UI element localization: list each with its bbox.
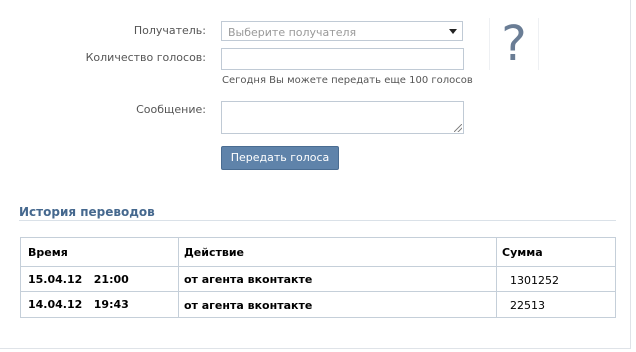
votes-hint: Сегодня Вы можете передать еще 100 голос… — [222, 75, 473, 86]
section-divider — [19, 220, 616, 221]
column-header-sum: Сумма — [502, 246, 543, 259]
row-sum: 1301252 — [510, 274, 559, 287]
row-time: 14.04.12 19:43 — [28, 298, 129, 311]
message-field[interactable] — [221, 101, 464, 134]
column-header-action: Действие — [184, 246, 244, 259]
row-divider — [21, 266, 615, 267]
row-action: от агента вконтакте — [184, 299, 313, 312]
column-divider — [496, 238, 497, 317]
history-title: История переводов — [19, 205, 155, 219]
chevron-down-icon — [449, 29, 457, 34]
message-label: Сообщение: — [136, 103, 206, 116]
votes-field[interactable] — [221, 48, 464, 70]
column-divider — [178, 238, 179, 317]
recipient-label: Получатель: — [133, 24, 206, 37]
row-divider — [21, 291, 615, 292]
recipient-select[interactable]: Выберите получателя — [221, 21, 463, 41]
history-table: Время Действие Сумма 15.04.12 21:00 от а… — [20, 237, 616, 318]
row-sum: 22513 — [510, 299, 545, 312]
submit-votes-button[interactable]: Передать голоса — [221, 146, 339, 170]
row-action: от агента вконтакте — [184, 273, 313, 286]
recipient-avatar-placeholder: ? — [489, 18, 539, 70]
recipient-placeholder: Выберите получателя — [228, 26, 357, 39]
row-time: 15.04.12 21:00 — [28, 273, 129, 286]
column-header-time: Время — [28, 246, 68, 259]
votes-label: Количество голосов: — [85, 51, 206, 64]
resize-handle-icon[interactable] — [454, 124, 462, 132]
